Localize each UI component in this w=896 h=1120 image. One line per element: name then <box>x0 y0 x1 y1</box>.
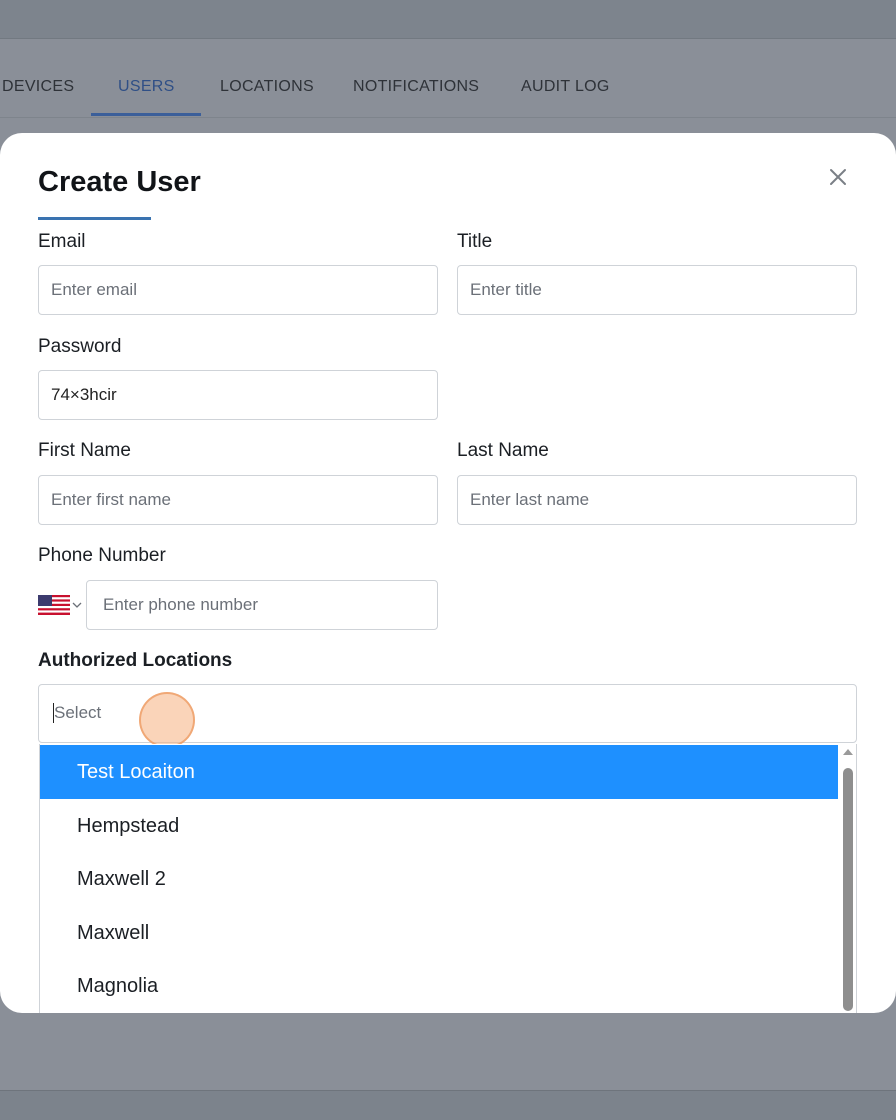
top-app-bar <box>0 0 896 39</box>
text-caret <box>53 703 54 723</box>
location-option[interactable]: Test Locaiton <box>40 745 838 799</box>
scrollbar-thumb[interactable] <box>843 768 853 1011</box>
locations-dropdown[interactable]: Test Locaiton Hempstead Maxwell 2 Maxwel… <box>39 744 857 1013</box>
tab-locations[interactable]: LOCATIONS <box>220 78 314 96</box>
title-underline <box>38 217 151 220</box>
title-field[interactable] <box>457 265 857 315</box>
first-name-field[interactable] <box>38 475 438 525</box>
active-tab-indicator <box>91 113 201 116</box>
tab-notifications[interactable]: NOTIFICATIONS <box>353 78 479 96</box>
email-label: Email <box>38 231 86 252</box>
phone-field[interactable] <box>86 580 438 630</box>
us-flag-icon[interactable] <box>38 595 70 615</box>
title-label: Title <box>457 231 493 252</box>
modal-title: Create User <box>38 166 201 198</box>
location-option[interactable]: Magnolia <box>40 959 838 1013</box>
email-field[interactable] <box>38 265 438 315</box>
tab-audit-log[interactable]: AUDIT LOG <box>521 78 610 96</box>
chevron-down-icon[interactable] <box>72 601 82 609</box>
select-placeholder: Select <box>54 703 102 722</box>
click-indicator <box>139 692 195 748</box>
bottom-bar <box>0 1090 896 1120</box>
location-option[interactable]: Maxwell 2 <box>40 852 838 906</box>
location-option[interactable]: Maxwell <box>40 906 838 960</box>
scroll-up-icon[interactable] <box>841 746 855 758</box>
phone-label: Phone Number <box>38 545 166 566</box>
tab-users[interactable]: USERS <box>118 78 175 96</box>
last-name-field[interactable] <box>457 475 857 525</box>
tab-devices[interactable]: DEVICES <box>2 78 74 96</box>
authorized-locations-label: Authorized Locations <box>38 650 233 671</box>
first-name-label: First Name <box>38 440 131 461</box>
password-label: Password <box>38 336 122 357</box>
close-icon[interactable] <box>826 165 850 189</box>
last-name-label: Last Name <box>457 440 549 461</box>
create-user-modal: Create User Email Title Password First N… <box>0 133 896 1013</box>
password-field[interactable] <box>38 370 438 420</box>
location-option[interactable]: Hempstead <box>40 799 838 853</box>
